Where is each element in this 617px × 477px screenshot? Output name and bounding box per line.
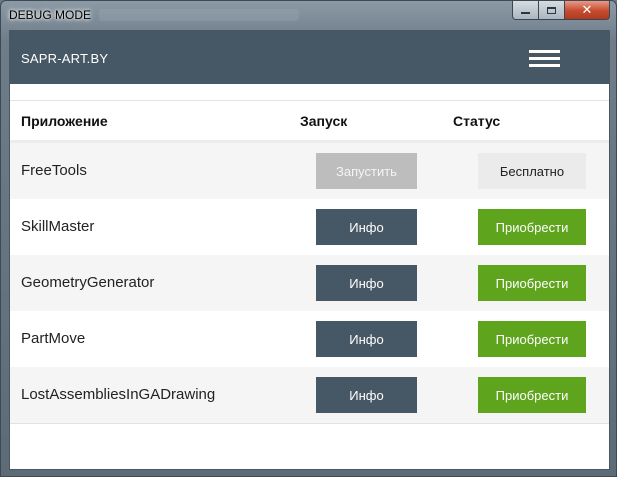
column-header-app: Приложение bbox=[21, 113, 108, 129]
table-row: FreeTools Запустить Бесплатно bbox=[10, 143, 609, 199]
hamburger-line bbox=[529, 57, 560, 60]
window-title: DEBUG MODE bbox=[9, 8, 92, 22]
app-window: DEBUG MODE ✕ SAPR-ART.BY Приложение Запу… bbox=[0, 0, 617, 477]
hamburger-line bbox=[529, 64, 560, 67]
info-button[interactable]: Инфо bbox=[316, 209, 417, 245]
table-top-spacer bbox=[10, 84, 609, 101]
maximize-button[interactable] bbox=[539, 1, 565, 20]
apps-table: Приложение Запуск Статус FreeTools Запус… bbox=[10, 84, 609, 424]
table-header: Приложение Запуск Статус bbox=[10, 101, 609, 143]
app-name: GeometryGenerator bbox=[21, 274, 155, 291]
app-name: PartMove bbox=[21, 330, 86, 347]
table-row: PartMove Инфо Приобрести bbox=[10, 311, 609, 367]
brand-title: SAPR-ART.BY bbox=[21, 51, 109, 66]
maximize-icon bbox=[547, 6, 556, 14]
app-name: SkillMaster bbox=[21, 218, 95, 235]
column-header-launch: Запуск bbox=[300, 113, 348, 129]
info-button[interactable]: Инфо bbox=[316, 377, 417, 413]
app-header: SAPR-ART.BY bbox=[10, 31, 609, 84]
table-row: GeometryGenerator Инфо Приобрести bbox=[10, 255, 609, 311]
app-name: LostAssembliesInGADrawing bbox=[21, 386, 216, 403]
titlebar-blur bbox=[99, 9, 299, 21]
minimize-button[interactable] bbox=[512, 1, 539, 20]
info-button[interactable]: Инфо bbox=[316, 265, 417, 301]
table-row: SkillMaster Инфо Приобрести bbox=[10, 199, 609, 255]
app-name: FreeTools bbox=[21, 162, 87, 179]
launch-button: Запустить bbox=[316, 153, 417, 189]
status-badge-free: Бесплатно bbox=[478, 153, 586, 189]
buy-button[interactable]: Приобрести bbox=[478, 265, 586, 301]
buy-button[interactable]: Приобрести bbox=[478, 209, 586, 245]
hamburger-line bbox=[529, 50, 560, 53]
buy-button[interactable]: Приобрести bbox=[478, 321, 586, 357]
close-icon: ✕ bbox=[581, 2, 593, 17]
info-button[interactable]: Инфо bbox=[316, 321, 417, 357]
client-area: SAPR-ART.BY Приложение Запуск Статус Fre… bbox=[9, 30, 610, 470]
close-button[interactable]: ✕ bbox=[565, 1, 610, 20]
window-controls: ✕ bbox=[512, 1, 610, 21]
buy-button[interactable]: Приобрести bbox=[478, 377, 586, 413]
window-titlebar[interactable]: DEBUG MODE ✕ bbox=[1, 1, 616, 29]
column-header-status: Статус bbox=[453, 113, 501, 129]
table-row: LostAssembliesInGADrawing Инфо Приобрест… bbox=[10, 367, 609, 424]
minimize-icon bbox=[521, 12, 530, 14]
hamburger-menu-icon[interactable] bbox=[529, 50, 560, 67]
